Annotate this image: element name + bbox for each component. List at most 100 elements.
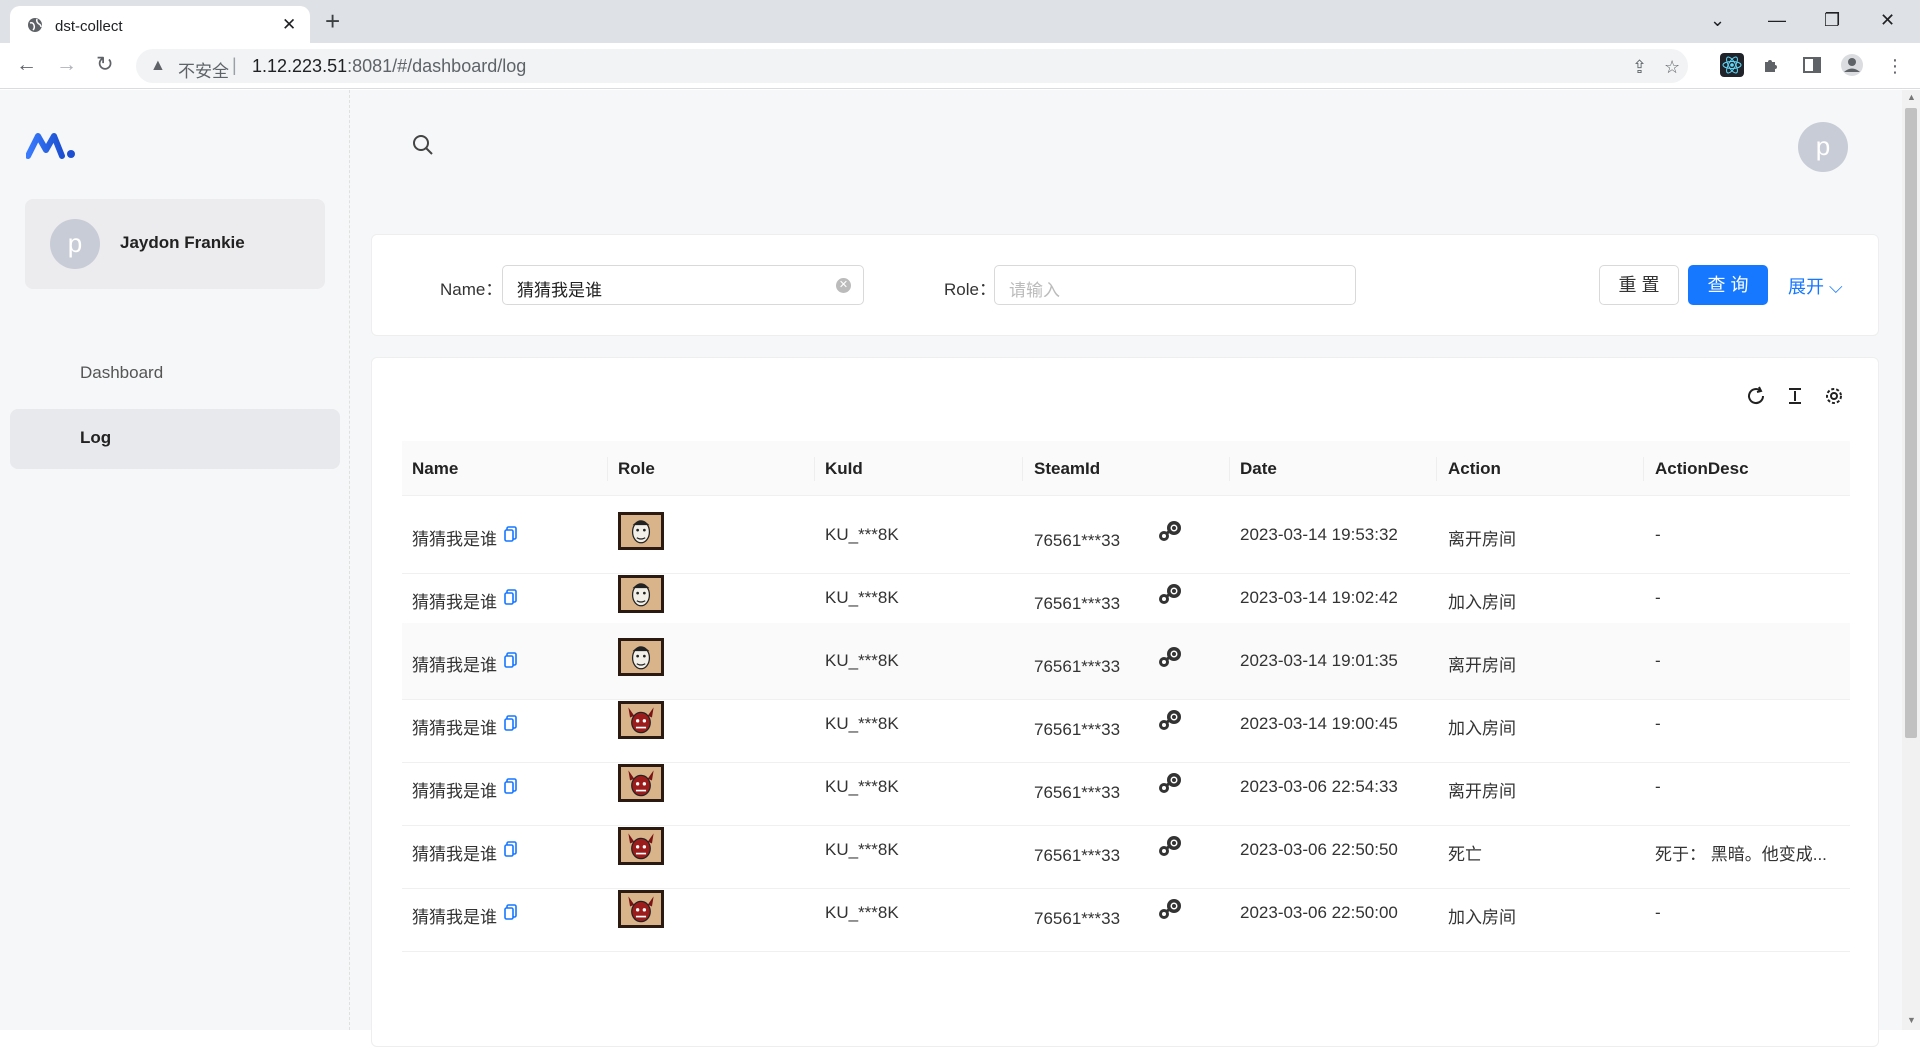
insecure-label: 不安全 [178, 62, 229, 81]
row-date: 2023-03-14 19:02:42 [1240, 588, 1398, 607]
reload-icon[interactable] [1745, 385, 1767, 407]
new-tab-icon[interactable]: + [325, 8, 340, 34]
steam-icon[interactable] [1156, 582, 1184, 606]
row-kuid: KU_***8K [825, 588, 899, 607]
steam-icon[interactable] [1156, 834, 1184, 858]
row-date: 2023-03-14 19:00:45 [1240, 714, 1398, 733]
steam-icon[interactable] [1156, 519, 1184, 543]
reload-icon[interactable]: ↻ [96, 53, 114, 77]
row-steamid: 76561***33 [1034, 909, 1121, 928]
extensions-puzzle-icon[interactable] [1760, 53, 1784, 77]
row-kuid: KU_***8K [825, 651, 899, 670]
menu-kebab-icon[interactable]: ⋮ [1886, 54, 1904, 78]
row-actiondesc: 死于： 黑暗。他变成... [1655, 845, 1827, 864]
name-input[interactable]: 猜猜我是谁 ✕ [502, 265, 864, 305]
clear-icon[interactable]: ✕ [836, 278, 851, 293]
row-name: 猜猜我是谁 [412, 719, 497, 738]
row-name: 猜猜我是谁 [412, 656, 497, 675]
app-page: p Jaydon Frankie Dashboard Log p Name： 猜… [0, 90, 1920, 1047]
copy-icon[interactable] [504, 589, 517, 605]
copy-icon[interactable] [504, 778, 517, 794]
filter-form: Name： 猜猜我是谁 ✕ Role： 请输入 重 置 查 询 展开 ⌵ [371, 234, 1879, 336]
warning-icon[interactable]: ▲ [150, 57, 166, 75]
user-name: Jaydon Frankie [120, 233, 245, 252]
name-label: Name： [440, 280, 503, 299]
address-bar[interactable]: ▲ 不安全 | 1.12.223.51:8081/#/dashboard/log… [136, 49, 1688, 83]
role-wortox-avatar [618, 890, 664, 928]
row-actiondesc: - [1655, 525, 1661, 544]
sidebar-item-label: Log [80, 428, 112, 447]
row-date: 2023-03-06 22:54:33 [1240, 777, 1398, 796]
steam-icon[interactable] [1156, 645, 1184, 669]
row-action: 离开房间 [1448, 530, 1516, 549]
logo-icon[interactable] [26, 130, 76, 160]
row-steamid: 76561***33 [1034, 594, 1121, 613]
react-devtools-icon[interactable] [1720, 53, 1744, 77]
row-kuid: KU_***8K [825, 840, 899, 859]
window-close-icon[interactable]: ✕ [1880, 10, 1895, 30]
column-header-action: Action [1448, 459, 1501, 478]
steam-icon[interactable] [1156, 708, 1184, 732]
row-steamid: 76561***33 [1034, 657, 1121, 676]
header-avatar[interactable]: p [1798, 122, 1848, 172]
row-steamid: 76561***33 [1034, 720, 1121, 739]
scrollbar-thumb[interactable] [1905, 108, 1917, 738]
column-header-name: Name [412, 459, 459, 478]
row-action: 离开房间 [1448, 656, 1516, 675]
scroll-up-icon[interactable]: ▲ [1907, 92, 1916, 102]
url-text: 1.12.223.51:8081/#/dashboard/log [252, 56, 527, 76]
column-height-icon[interactable] [1784, 385, 1806, 407]
column-header-kuid: KuId [825, 459, 863, 478]
role-input[interactable]: 请输入 [994, 265, 1356, 305]
user-card[interactable]: p Jaydon Frankie [25, 199, 325, 289]
scroll-down-icon[interactable]: ▼ [1907, 1015, 1916, 1025]
expand-toggle[interactable]: 展开 ⌵ [1788, 273, 1843, 299]
table-row[interactable]: 猜猜我是谁 KU_***8K 76561***33 2023-03-06 22:50:… [402, 875, 1850, 952]
query-button[interactable]: 查 询 [1688, 265, 1768, 305]
minimize-icon[interactable]: — [1768, 10, 1786, 30]
row-name: 猜猜我是谁 [412, 908, 497, 927]
copy-icon[interactable] [504, 904, 517, 920]
row-date: 2023-03-14 19:01:35 [1240, 651, 1398, 670]
copy-icon[interactable] [504, 652, 517, 668]
steam-icon[interactable] [1156, 771, 1184, 795]
page-scrollbar[interactable]: ▲ ▼ [1902, 90, 1920, 1030]
sidebar-item-label: Dashboard [80, 363, 164, 382]
row-date: 2023-03-14 19:53:32 [1240, 525, 1398, 544]
reset-button[interactable]: 重 置 [1599, 265, 1679, 305]
forward-icon[interactable]: → [56, 53, 77, 77]
copy-icon[interactable] [504, 526, 517, 542]
row-kuid: KU_***8K [825, 777, 899, 796]
column-divider [1643, 457, 1644, 481]
sidebar: p Jaydon Frankie Dashboard Log [0, 90, 350, 1030]
table-header: Name Role KuId SteamId Date Action Actio… [402, 441, 1850, 496]
column-divider [814, 457, 815, 481]
steam-icon[interactable] [1156, 897, 1184, 921]
browser-tab[interactable]: dst-collect ✕ [10, 6, 310, 43]
search-icon[interactable] [412, 134, 434, 156]
tab-close-icon[interactable]: ✕ [282, 15, 296, 35]
bookmark-star-icon[interactable]: ☆ [1664, 57, 1680, 78]
profile-icon[interactable] [1840, 53, 1864, 77]
sidebar-item-log[interactable]: Log [10, 409, 340, 469]
copy-icon[interactable] [504, 715, 517, 731]
restore-icon[interactable]: ❐ [1824, 10, 1840, 30]
share-icon[interactable]: ⇪ [1632, 57, 1647, 78]
avatar: p [50, 219, 100, 269]
column-divider [607, 457, 608, 481]
side-panel-icon[interactable] [1800, 53, 1824, 77]
name-input-value: 猜猜我是谁 [517, 281, 602, 300]
sidebar-item-dashboard[interactable]: Dashboard [10, 344, 340, 404]
role-maxwell-avatar [618, 575, 664, 613]
settings-gear-icon[interactable] [1823, 385, 1845, 407]
role-input-placeholder: 请输入 [1009, 281, 1060, 300]
tab-title: dst-collect [55, 18, 123, 35]
browser-tabbar: dst-collect ✕ + ⌄ — ❐ ✕ [0, 0, 1920, 43]
back-icon[interactable]: ← [16, 53, 37, 77]
column-divider [1229, 457, 1230, 481]
copy-icon[interactable] [504, 841, 517, 857]
role-wortox-avatar [618, 827, 664, 865]
tab-search-icon[interactable]: ⌄ [1710, 10, 1725, 30]
role-maxwell-avatar [618, 638, 664, 676]
row-date: 2023-03-06 22:50:00 [1240, 903, 1398, 922]
